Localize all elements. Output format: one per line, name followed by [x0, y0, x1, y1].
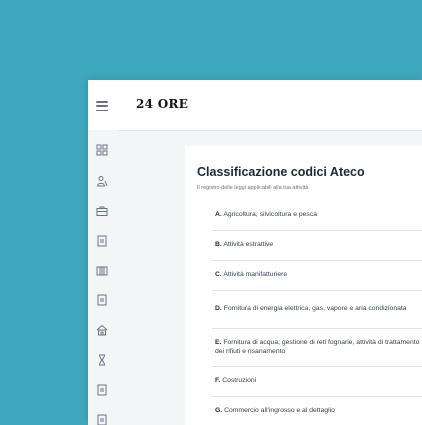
sector-label: Commercio all'ingrosso e al dettaglio	[224, 407, 335, 415]
sector-label: Costruzioni	[222, 377, 257, 385]
document-icon[interactable]	[95, 293, 109, 307]
top-bar: 24 ORE	[88, 80, 422, 131]
sector-code: D.	[215, 305, 222, 313]
page-title: Classificazione codici Ateco	[197, 165, 365, 179]
home-icon[interactable]	[95, 323, 109, 337]
logo[interactable]: 24 ORE	[136, 97, 188, 111]
sector-item[interactable]: C. Attività manifatturiere	[212, 261, 422, 291]
sector-label: Attività estrattive	[223, 241, 274, 249]
sector-code: E.	[215, 339, 222, 346]
document-icon[interactable]	[95, 234, 109, 248]
sector-label: Attività manifatturiere	[223, 271, 288, 279]
book-icon[interactable]	[95, 264, 109, 278]
sector-code: B.	[215, 241, 222, 249]
briefcase-icon[interactable]	[95, 204, 109, 218]
sector-list: A. Agricoltura, silvicoltura e pesca B. …	[212, 201, 422, 425]
sector-code: C.	[215, 271, 222, 279]
sector-label: Fornitura di energia elettrica, gas, vap…	[223, 305, 407, 313]
users-icon[interactable]	[95, 174, 109, 188]
sector-item[interactable]: A. Agricoltura, silvicoltura e pesca	[212, 201, 422, 231]
sidebar	[88, 130, 118, 425]
sector-label: Fornitura di acqua; gestione di reti fog…	[215, 339, 420, 355]
sector-item[interactable]: E. Fornitura di acqua; gestione di reti …	[212, 329, 422, 367]
grid-icon[interactable]	[95, 143, 109, 157]
sector-code: A.	[215, 211, 222, 219]
document-icon[interactable]	[95, 383, 109, 397]
sector-label: Agricoltura, silvicoltura e pesca	[223, 211, 318, 219]
sector-code: G.	[215, 407, 223, 415]
app-window: 24 ORE Classificazione codici Ateco Il r…	[88, 80, 422, 425]
page-subtitle: Il registro delle leggi applicabili alla…	[197, 185, 309, 191]
sector-item[interactable]: G. Commercio all'ingrosso e al dettaglio	[212, 397, 422, 425]
content-card: Classificazione codici Ateco Il registro…	[185, 146, 422, 425]
sector-item[interactable]: F. Costruzioni	[212, 367, 422, 397]
sector-code: F.	[215, 377, 221, 385]
document-icon[interactable]	[95, 413, 109, 425]
sector-item[interactable]: B. Attività estrattive	[212, 231, 422, 261]
hamburger-menu-icon[interactable]	[96, 101, 108, 111]
sector-item[interactable]: D. Fornitura di energia elettrica, gas, …	[212, 291, 422, 329]
hourglass-icon[interactable]	[95, 353, 109, 367]
